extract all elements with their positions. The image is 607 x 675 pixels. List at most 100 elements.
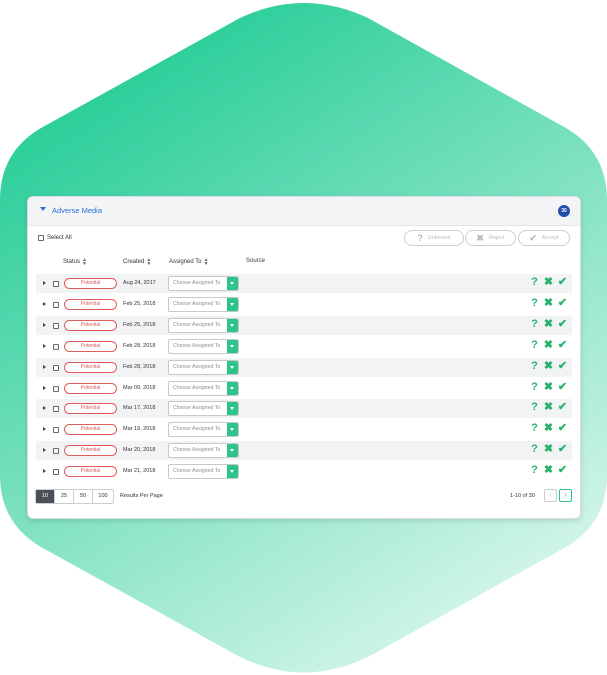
expand-row-icon[interactable]: [43, 385, 46, 390]
question-icon[interactable]: ?: [529, 401, 540, 414]
prev-page-button[interactable]: ‹: [544, 489, 557, 502]
expand-row-icon[interactable]: [43, 406, 46, 411]
next-page-button[interactable]: ›: [559, 489, 572, 502]
expand-row-icon[interactable]: [43, 343, 46, 348]
assigned-to-select[interactable]: Choose Assigned To: [168, 276, 239, 291]
question-icon[interactable]: ?: [529, 339, 540, 352]
table-row[interactable]: Potential Feb 25, 2018 Choose Assigned To?…: [36, 295, 572, 314]
page-size-option[interactable]: 50: [74, 490, 93, 503]
row-checkbox[interactable]: [53, 406, 59, 413]
expand-row-icon[interactable]: [43, 469, 46, 474]
question-icon[interactable]: ?: [529, 297, 540, 310]
assigned-to-select[interactable]: Choose Assigned To: [168, 359, 239, 375]
row-checkbox[interactable]: [53, 427, 59, 434]
page-size-selector[interactable]: 10 25 50 100: [35, 489, 114, 504]
check-icon[interactable]: ✔: [557, 401, 568, 414]
x-icon[interactable]: ✖: [543, 339, 554, 352]
page-size-option[interactable]: 100: [93, 490, 113, 503]
check-icon[interactable]: ✔: [557, 276, 568, 289]
check-icon[interactable]: ✔: [557, 318, 568, 331]
dropdown-arrow-icon[interactable]: [227, 402, 238, 416]
column-header-label: Source: [246, 258, 266, 264]
page-size-option[interactable]: 25: [55, 490, 74, 503]
question-icon[interactable]: ?: [529, 318, 540, 331]
assigned-to-select[interactable]: Choose Assigned To: [168, 443, 239, 459]
table-row[interactable]: Potential Feb 28, 2018 Choose Assigned To?…: [36, 357, 572, 377]
x-icon[interactable]: ✖: [543, 443, 554, 456]
question-icon[interactable]: ?: [529, 443, 540, 456]
table-row[interactable]: Potential Mar 19, 2018 Choose Assigned To?…: [36, 420, 572, 439]
row-checkbox[interactable]: [53, 385, 59, 392]
row-checkbox[interactable]: [53, 322, 59, 329]
dropdown-arrow-icon[interactable]: [227, 277, 238, 290]
adverse-media-panel: Adverse Media 30 Select All ? Unknown ✖ …: [27, 196, 581, 519]
check-icon[interactable]: ✔: [557, 297, 568, 310]
check-icon[interactable]: ✔: [557, 464, 568, 477]
table-row[interactable]: Potential Mar 09, 2018 Choose Assigned To?…: [36, 379, 572, 398]
table-row[interactable]: Potential Mar 20, 2018 Choose Assigned To?…: [36, 441, 572, 461]
select-all-checkbox[interactable]: [38, 235, 44, 241]
check-icon[interactable]: ✔: [557, 422, 568, 435]
dropdown-arrow-icon[interactable]: [227, 318, 238, 332]
page-size-option[interactable]: 10: [36, 490, 55, 503]
expand-row-icon[interactable]: [43, 322, 46, 327]
column-header-created[interactable]: Created ▲ ▼: [123, 258, 151, 267]
row-checkbox[interactable]: [53, 448, 59, 455]
column-header-assigned-to[interactable]: Assigned To ▲ ▼: [169, 258, 209, 267]
table-row[interactable]: Potential Mar 21, 2018 Choose Assigned To?…: [36, 462, 572, 481]
row-checkbox[interactable]: [53, 281, 59, 287]
assigned-to-select[interactable]: Choose Assigned To: [168, 401, 239, 417]
expand-row-icon[interactable]: [43, 301, 46, 306]
question-icon[interactable]: ?: [529, 422, 540, 435]
check-icon[interactable]: ✔: [557, 443, 568, 456]
table-row[interactable]: Potential Mar 17, 2018 Choose Assigned To?…: [36, 399, 572, 419]
reject-button-label: Reject: [488, 235, 505, 241]
accept-button[interactable]: ✔ Accept: [518, 230, 570, 246]
expand-row-icon[interactable]: [43, 427, 46, 432]
row-checkbox[interactable]: [53, 301, 59, 308]
x-icon[interactable]: ✖: [543, 464, 554, 477]
dropdown-arrow-icon[interactable]: [227, 360, 238, 374]
dropdown-arrow-icon[interactable]: [227, 297, 238, 311]
expand-row-icon[interactable]: [43, 281, 46, 285]
x-icon[interactable]: ✖: [543, 360, 554, 373]
row-checkbox[interactable]: [53, 343, 59, 350]
unknown-button[interactable]: ? Unknown: [404, 230, 464, 246]
check-icon[interactable]: ✔: [557, 381, 568, 394]
panel-header[interactable]: Adverse Media 30: [28, 197, 580, 226]
x-icon[interactable]: ✖: [543, 381, 554, 394]
question-icon[interactable]: ?: [529, 360, 540, 373]
x-icon[interactable]: ✖: [543, 276, 554, 289]
row-checkbox[interactable]: [53, 469, 59, 476]
dropdown-arrow-icon[interactable]: [227, 381, 238, 395]
dropdown-arrow-icon[interactable]: [227, 339, 238, 353]
table-row[interactable]: Potential Aug 24, 2017 Choose Assigned To?…: [36, 274, 572, 293]
table-row[interactable]: Potential Feb 28, 2018 Choose Assigned To?…: [36, 337, 572, 356]
dropdown-arrow-icon[interactable]: [227, 423, 238, 437]
assigned-to-select[interactable]: Choose Assigned To: [168, 338, 239, 354]
dropdown-arrow-icon[interactable]: [227, 444, 238, 458]
table-row[interactable]: Potential Feb 25, 2018 Choose Assigned To?…: [36, 315, 572, 335]
assigned-to-select[interactable]: Choose Assigned To: [168, 380, 239, 396]
x-icon[interactable]: ✖: [543, 422, 554, 435]
check-icon[interactable]: ✔: [557, 360, 568, 373]
assigned-to-select[interactable]: Choose Assigned To: [168, 317, 239, 333]
x-icon[interactable]: ✖: [543, 318, 554, 331]
x-icon[interactable]: ✖: [543, 401, 554, 414]
column-header-status[interactable]: Status ▲ ▼: [63, 258, 87, 267]
check-icon[interactable]: ✔: [557, 339, 568, 352]
collapse-caret-icon[interactable]: [40, 207, 46, 211]
assigned-to-select[interactable]: Choose Assigned To: [168, 422, 239, 438]
row-checkbox[interactable]: [53, 364, 59, 371]
assigned-to-select[interactable]: Choose Assigned To: [168, 296, 239, 312]
question-icon[interactable]: ?: [529, 381, 540, 394]
assigned-to-select[interactable]: Choose Assigned To: [168, 464, 239, 480]
reject-button[interactable]: ✖ Reject: [465, 230, 516, 246]
question-icon[interactable]: ?: [529, 276, 540, 289]
select-all[interactable]: Select All: [38, 235, 72, 241]
x-icon[interactable]: ✖: [543, 297, 554, 310]
expand-row-icon[interactable]: [43, 448, 46, 453]
expand-row-icon[interactable]: [43, 364, 46, 369]
dropdown-arrow-icon[interactable]: [227, 465, 238, 479]
question-icon[interactable]: ?: [529, 464, 540, 477]
